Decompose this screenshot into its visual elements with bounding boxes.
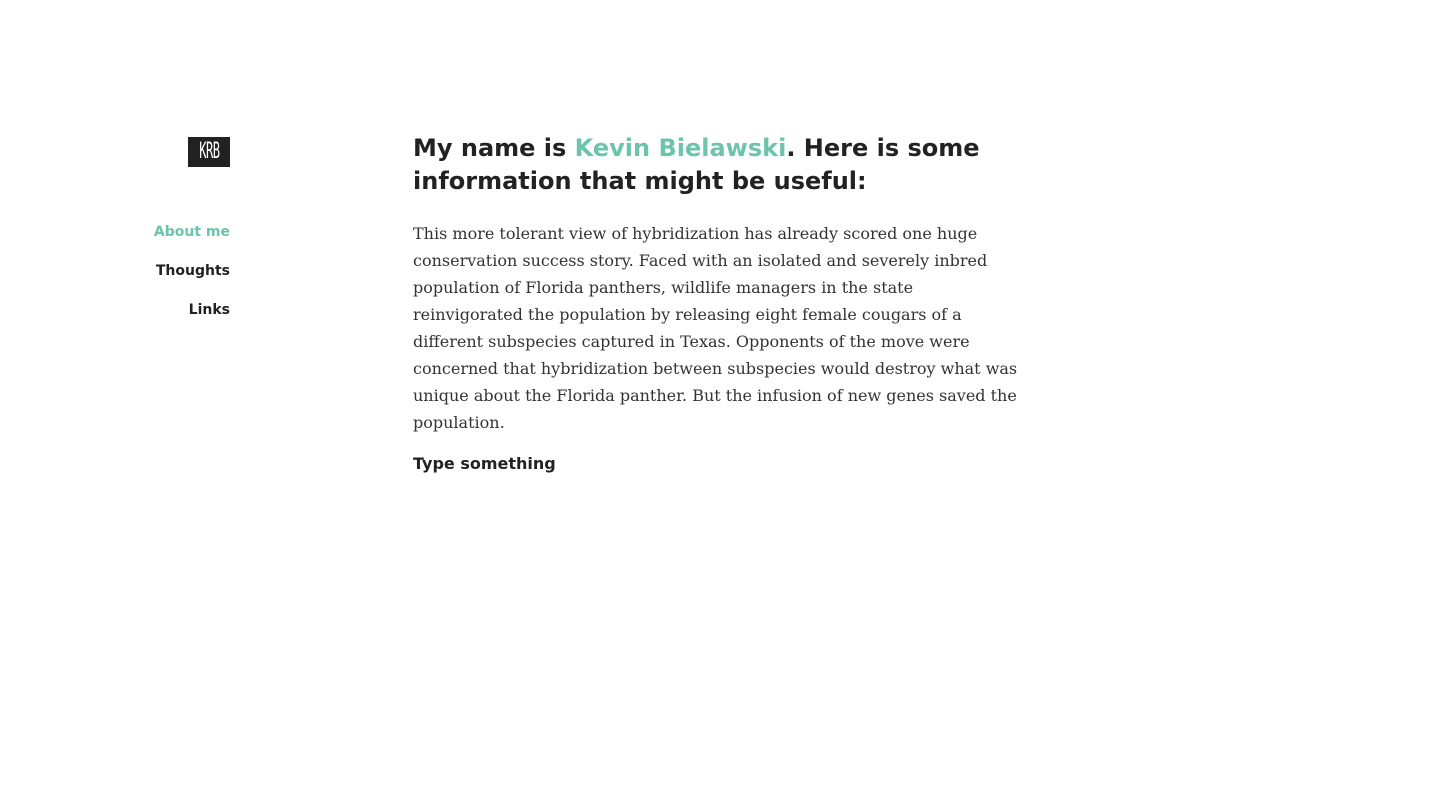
nav-item-about-me[interactable]: About me [100, 222, 230, 242]
logo-text: KRB [198, 139, 220, 164]
sidebar-nav: About me Thoughts Links [100, 222, 230, 339]
headline-prefix: My name is [413, 134, 575, 162]
bio-paragraph: This more tolerant view of hybridization… [413, 224, 1018, 432]
name-link[interactable]: Kevin Bielawski [575, 134, 787, 162]
nav-item-links[interactable]: Links [100, 300, 230, 320]
logo-home-link[interactable]: KRB [188, 137, 230, 167]
nav-item-thoughts[interactable]: Thoughts [100, 261, 230, 281]
main-content: My name is Kevin Bielawski. Here is some… [413, 132, 1038, 476]
page-headline: My name is Kevin Bielawski. Here is some… [413, 132, 1038, 198]
type-something-input[interactable] [413, 452, 813, 476]
